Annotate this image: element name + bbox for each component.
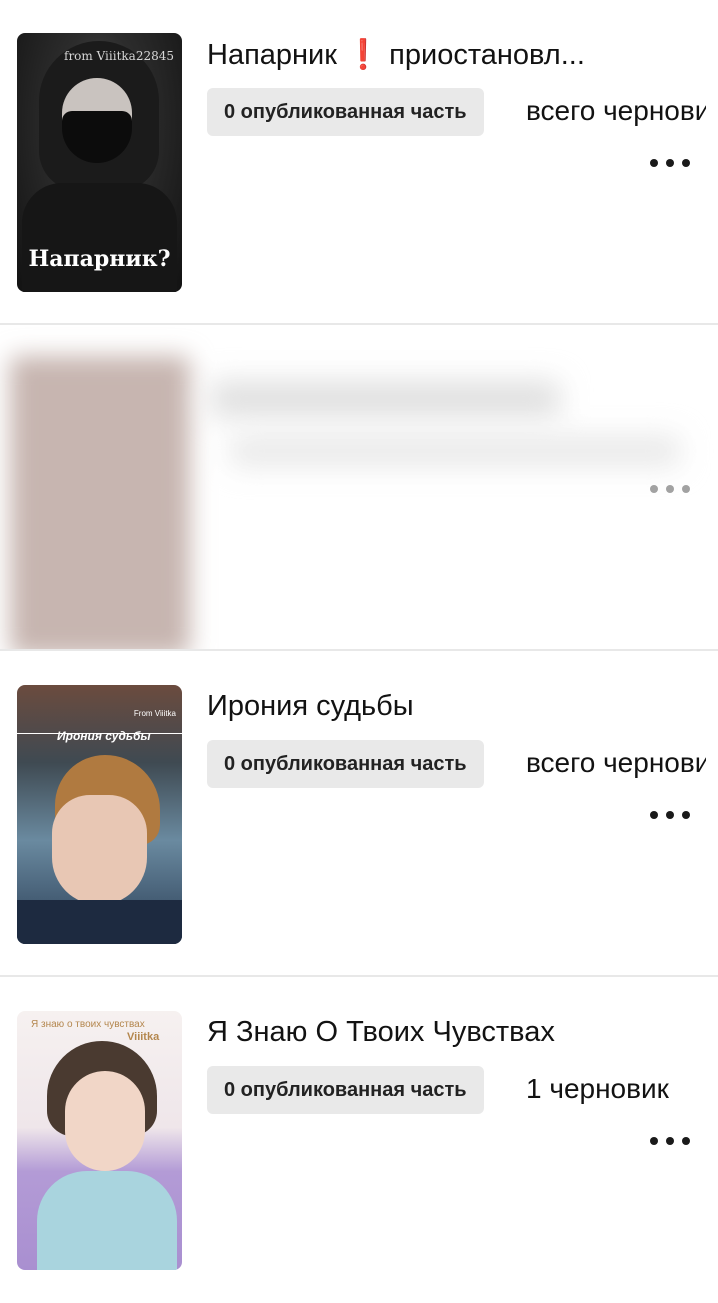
more-options-icon[interactable]: [650, 148, 690, 178]
cover-caption: Ирония судьбы: [57, 729, 151, 743]
story-cover[interactable]: from Viiitka22845 Напарник?: [17, 33, 182, 292]
cover-figure-face: [65, 1071, 145, 1171]
drafts-count: всего черновиков: [526, 95, 706, 126]
story-item-blurred[interactable]: [0, 326, 718, 651]
published-parts-badge: 0 опубликованная часть: [207, 1066, 484, 1114]
more-options-icon[interactable]: [650, 1126, 690, 1156]
story-item-ironiya-sudby[interactable]: Ирония судьбы From Viiitka Ирония судьбы…: [0, 652, 718, 977]
drafts-count: всего черновиков: [526, 747, 706, 778]
blur-overlay: [0, 326, 718, 649]
story-title[interactable]: Напарник ❗️ приостановл...: [207, 38, 697, 72]
more-options-icon[interactable]: [650, 800, 690, 830]
story-list: from Viiitka22845 Напарник? Напарник ❗️ …: [0, 0, 718, 1303]
cover-figure-body: [22, 183, 177, 292]
cover-figure-shirt: [37, 1171, 177, 1270]
story-cover[interactable]: Я знаю о твоих чувствах Viiitka: [17, 1011, 182, 1270]
cover-caption: Напарник?: [28, 246, 171, 272]
published-parts-badge: 0 опубликованная часть: [207, 740, 484, 788]
story-title[interactable]: Я Знаю О Твоих Чувствах: [207, 1016, 697, 1049]
cover-caption: Я знаю о твоих чувствах: [31, 1019, 145, 1030]
story-item-ya-znayu[interactable]: Я знаю о твоих чувствах Viiitka Я Знаю О…: [0, 978, 718, 1303]
cover-watermark: From Viiitka: [133, 709, 176, 718]
story-title[interactable]: Ирония судьбы: [207, 690, 697, 723]
published-parts-badge: 0 опубликованная часть: [207, 88, 484, 136]
cover-figure-face: [52, 795, 147, 905]
cover-watermark: Viiitka: [127, 1031, 160, 1043]
story-item-naparnik[interactable]: from Viiitka22845 Напарник? Напарник ❗️ …: [0, 0, 718, 325]
cover-watermark: from Viiitka22845: [64, 49, 174, 63]
more-options-icon[interactable]: [650, 474, 690, 504]
drafts-count: 1 черновик: [526, 1073, 669, 1104]
cover-figure-shirt: [17, 900, 182, 944]
story-cover[interactable]: Ирония судьбы From Viiitka: [17, 685, 182, 944]
